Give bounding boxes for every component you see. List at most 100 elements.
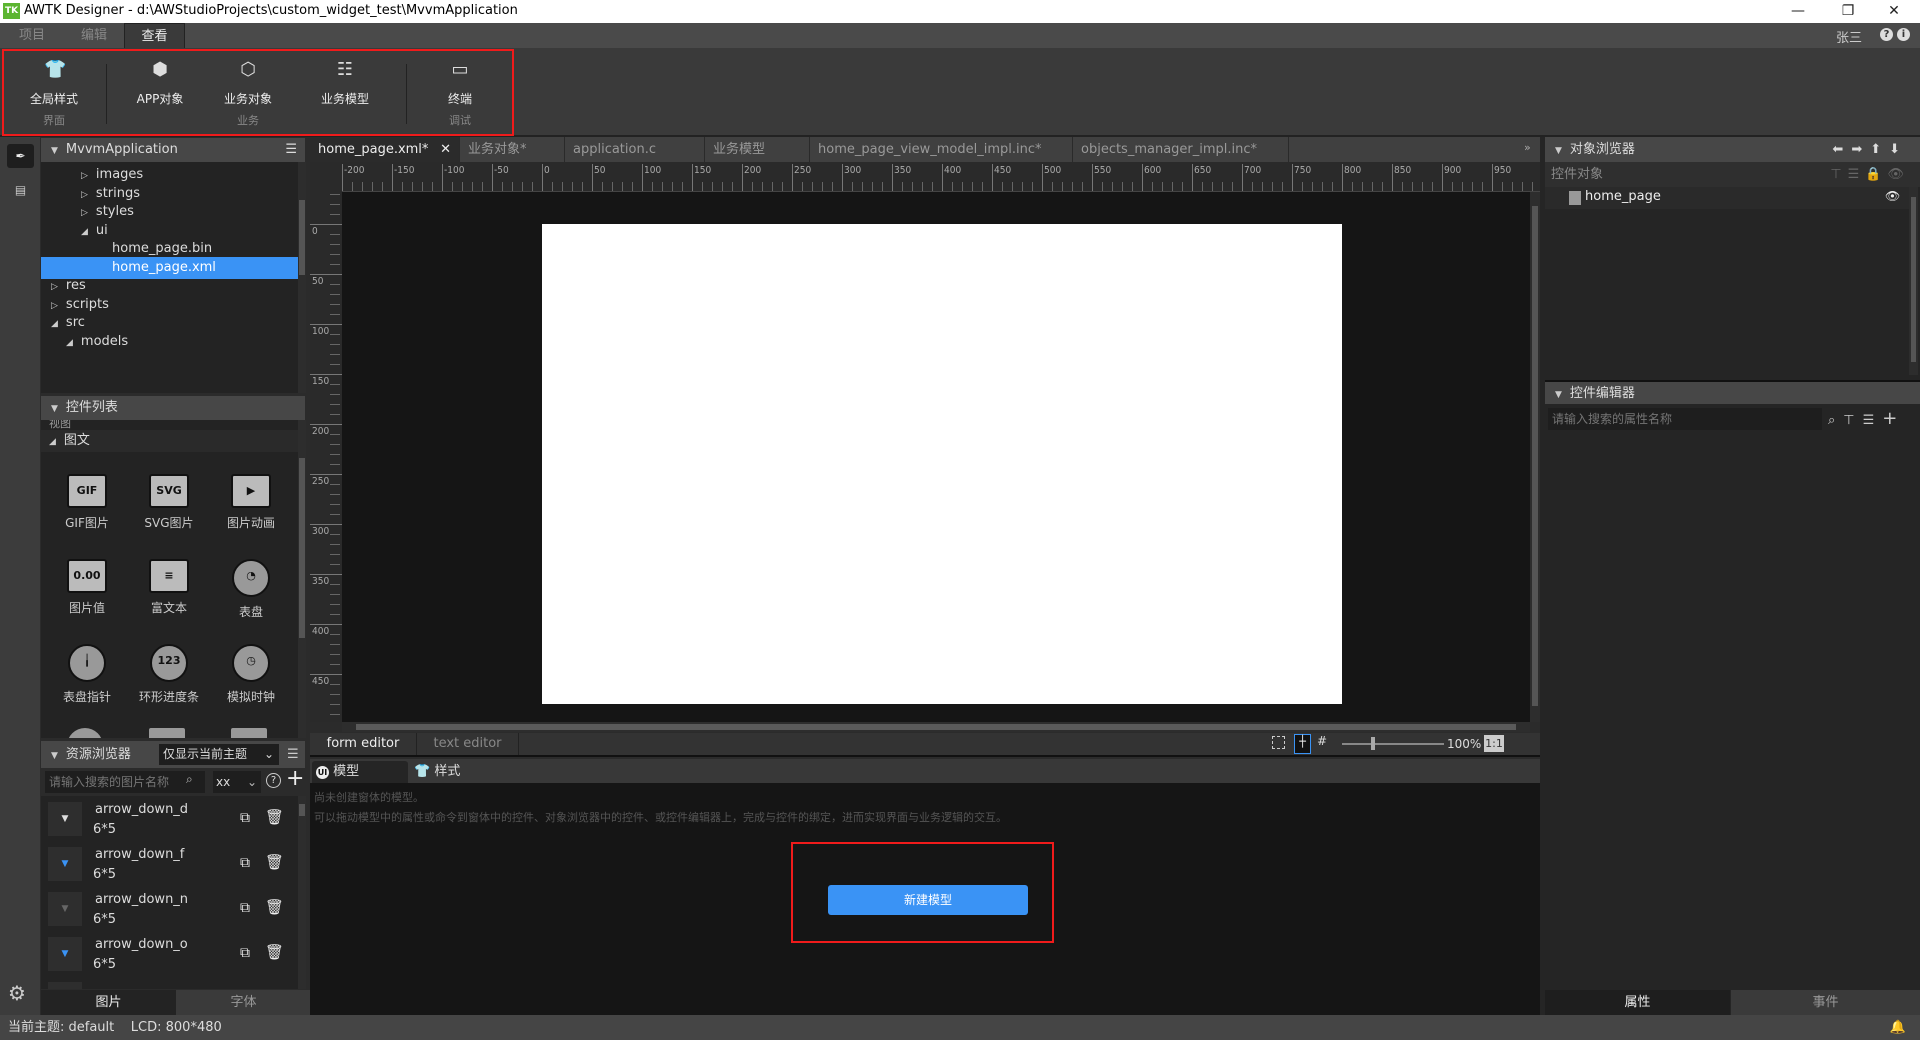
tab-business-object[interactable]: 业务对象* — [460, 137, 565, 162]
help-icon[interactable]: ? — [1880, 28, 1893, 41]
search-filter-list-add-icons[interactable]: ⌕⊤☰+ — [1828, 408, 1905, 429]
tab-text-editor[interactable]: text editor — [416, 733, 519, 755]
app-object-button[interactable]: ⬢ APP对象 — [120, 54, 200, 130]
tab-images[interactable]: 图片 — [41, 990, 176, 1015]
pen-icon[interactable]: ✒ — [7, 144, 34, 168]
status-bar: 当前主题: default LCD: 800*480 🔔 — [0, 1015, 1920, 1040]
tab-events[interactable]: 事件 — [1731, 990, 1920, 1015]
replace-icon[interactable]: ⧉ — [240, 810, 250, 826]
terminal-button[interactable]: ▭ 终端 调试 — [420, 54, 500, 130]
widget-item[interactable]: ▶ 图片动画 — [211, 474, 291, 531]
notification-bell-icon[interactable]: 🔔 — [1890, 1015, 1906, 1040]
object-scrollbar[interactable] — [1909, 187, 1918, 375]
user-name[interactable]: 张三 — [1836, 27, 1862, 46]
ribbon-toolbar: 👕 全局样式 界面 ⬢ APP对象 ⬡ 业务对象 业务 ☷ 业务模型 ▭ 终端 调试 — [0, 48, 1920, 137]
image-search-input[interactable] — [45, 771, 205, 793]
new-model-button[interactable]: 新建模型 — [828, 885, 1028, 915]
delete-icon[interactable]: 🗑 — [265, 943, 284, 961]
resource-browser-header[interactable]: ▼ 资源浏览器 仅显示当前主题 ⌄ ☰ — [41, 741, 305, 768]
collapse-arrow-icon[interactable]: ◢ — [66, 338, 73, 348]
widget-item[interactable]: 123 环形进度条 — [129, 644, 209, 705]
theme-select[interactable]: xx ⌄ — [213, 771, 261, 793]
zoom-slider[interactable] — [1342, 743, 1444, 745]
help-icon[interactable]: ? — [266, 773, 281, 788]
object-browser-header[interactable]: ▼ 对象浏览器 ⬅➡⬆⬇ — [1545, 137, 1920, 162]
expand-arrow-icon[interactable]: ▷ — [51, 282, 58, 292]
ruler-toggle-icon[interactable]: ┼ — [1294, 734, 1311, 754]
theme-filter-select[interactable]: 仅显示当前主题 ⌄ — [159, 744, 279, 765]
tab-objects-manager-impl[interactable]: objects_manager_impl.inc* — [1073, 137, 1289, 162]
info-icon[interactable]: i — [1897, 28, 1910, 41]
resource-item[interactable]: ▼ arrow_down_f 6*5 ⧉ 🗑 — [45, 845, 295, 890]
select-frame-icon[interactable] — [1272, 736, 1285, 749]
zoom-reset-button[interactable]: 1:1 — [1484, 735, 1504, 752]
widget-item[interactable]: ◔ 表盘 — [211, 559, 291, 620]
add-icon[interactable]: + — [286, 766, 304, 791]
visibility-eye-icon[interactable]: 👁 — [1885, 189, 1900, 203]
resource-scrollbar[interactable] — [298, 796, 306, 989]
ruler-tick — [1032, 182, 1033, 191]
grid-icon[interactable]: # — [1317, 734, 1327, 748]
page-home-page[interactable] — [542, 224, 1342, 704]
tab-business-model[interactable]: 业务模型 — [705, 137, 810, 162]
move-arrows-icon[interactable]: ⬅➡⬆⬇ — [1832, 137, 1908, 162]
tree-item[interactable]: ◢ models — [41, 331, 298, 353]
resource-item[interactable]: ▼ arrow_down_n 6*5 ⧉ 🗑 — [45, 890, 295, 935]
expand-arrow-icon[interactable]: ▷ — [81, 208, 88, 218]
delete-icon[interactable]: 🗑 — [265, 853, 284, 871]
delete-icon[interactable]: 🗑 — [265, 898, 284, 916]
close-tab-icon[interactable]: ✕ — [440, 137, 451, 162]
menu-tab-project[interactable]: 项目 — [0, 23, 64, 48]
minimize-button[interactable]: — — [1776, 0, 1820, 23]
tab-home-page-xml[interactable]: home_page.xml* ✕ — [310, 137, 460, 162]
tab-view-model-impl[interactable]: home_page_view_model_impl.inc* — [810, 137, 1073, 162]
tab-overflow-icon[interactable]: » — [1524, 141, 1531, 154]
delete-icon[interactable]: 🗑 — [265, 808, 284, 826]
property-search-input[interactable] — [1548, 408, 1822, 430]
close-button[interactable]: ✕ — [1872, 0, 1916, 23]
tab-properties[interactable]: 属性 — [1545, 990, 1730, 1015]
canvas-vscrollbar[interactable] — [1530, 192, 1540, 722]
zoom-slider-handle[interactable] — [1371, 737, 1375, 750]
widget-scrollbar[interactable] — [298, 420, 306, 738]
resource-item[interactable]: ▼ arrow_down_o 6*5 ⧉ 🗑 — [45, 935, 295, 980]
collapse-arrow-icon[interactable]: ◢ — [51, 319, 58, 329]
expand-arrow-icon[interactable]: ▷ — [51, 301, 58, 311]
tab-model[interactable]: UI 模型 — [312, 761, 408, 783]
menu-tab-view[interactable]: 查看 — [124, 23, 185, 48]
menu-icon[interactable]: ☰ — [285, 138, 297, 162]
filter-list-icon[interactable]: ☰ — [287, 741, 299, 768]
expand-arrow-icon[interactable]: ▷ — [81, 190, 88, 200]
widget-item[interactable]: ≡ 富文本 — [129, 559, 209, 616]
tab-fonts[interactable]: 字体 — [176, 990, 311, 1015]
tree-scrollbar[interactable] — [298, 162, 306, 393]
project-panel-header[interactable]: ▼ MvvmApplication ☰ — [41, 138, 305, 162]
widget-item[interactable]: ╽ 表盘指针 — [47, 644, 127, 705]
collapse-arrow-icon[interactable]: ◢ — [81, 227, 88, 237]
replace-icon[interactable]: ⧉ — [240, 900, 250, 916]
widget-group-image-text[interactable]: ◢ 图文 — [41, 430, 298, 452]
global-style-button[interactable]: 👕 全局样式 界面 — [14, 54, 94, 130]
layers-icon[interactable]: ▤ — [7, 178, 34, 202]
resource-item[interactable]: ▼ arrow_down_d 6*5 ⧉ 🗑 — [45, 800, 295, 845]
widget-item[interactable]: ◷ 模拟时钟 — [211, 644, 291, 705]
tab-style[interactable]: 👕 样式 — [414, 761, 460, 783]
tab-application-c[interactable]: application.c — [565, 137, 705, 162]
canvas-hscrollbar[interactable] — [342, 722, 1530, 732]
replace-icon[interactable]: ⧉ — [240, 855, 250, 871]
tab-form-editor[interactable]: form editor — [310, 733, 416, 755]
widget-list-header[interactable]: ▼ 控件列表 — [41, 396, 305, 420]
settings-gear-icon[interactable]: ⚙ — [8, 981, 26, 1005]
expand-arrow-icon[interactable]: ▷ — [81, 171, 88, 181]
menu-tab-edit[interactable]: 编辑 — [64, 23, 124, 48]
widget-item[interactable]: SVG SVG图片 — [129, 474, 209, 531]
widget-item[interactable]: GIF GIF图片 — [47, 474, 127, 531]
search-icon[interactable]: ⌕ — [186, 772, 193, 787]
business-object-button[interactable]: ⬡ 业务对象 业务 — [208, 54, 288, 130]
replace-icon[interactable]: ⧉ — [240, 945, 250, 961]
object-item-home-page[interactable]: home_page 👁 — [1545, 187, 1909, 209]
restore-button[interactable]: ❐ — [1826, 0, 1870, 23]
business-model-button[interactable]: ☷ 业务模型 — [305, 54, 385, 130]
widget-item[interactable]: 0.00 图片值 — [47, 559, 127, 616]
widget-editor-header[interactable]: ▼ 控件编辑器 — [1545, 380, 1920, 404]
